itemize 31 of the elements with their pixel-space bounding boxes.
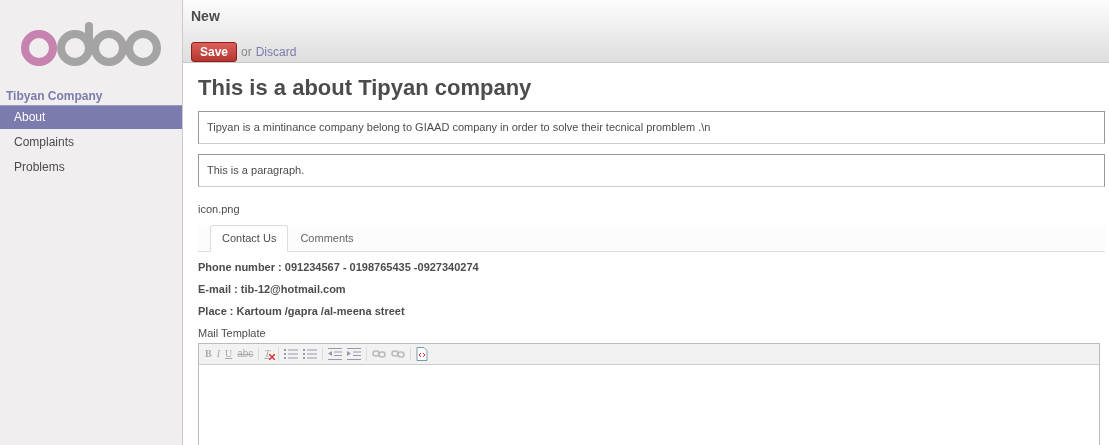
format-tool[interactable]: B bbox=[205, 348, 212, 360]
file-name: icon.png bbox=[198, 202, 241, 216]
bullet-list-icon[interactable] bbox=[283, 348, 298, 360]
contact-line: Phone number : 091234567 - 0198765435 -0927340274 bbox=[198, 260, 480, 274]
tab[interactable]: Comments bbox=[288, 225, 366, 252]
numbered-list-icon[interactable] bbox=[302, 348, 317, 360]
format-tool[interactable]: I bbox=[216, 348, 220, 360]
sidebar-item[interactable]: About bbox=[0, 105, 182, 129]
or-text: or bbox=[241, 45, 252, 59]
format-tool[interactable]: U bbox=[225, 348, 233, 360]
contact-line: E-mail : tib-12@hotmail.com bbox=[198, 282, 347, 296]
discard-link[interactable]: Discard bbox=[255, 45, 297, 59]
outdent-icon[interactable] bbox=[327, 348, 342, 360]
clear-format-tool[interactable]: T bbox=[264, 348, 273, 360]
text-field[interactable]: Tipyan is a mintinance company belong to GIAAD company in order to solve their tecnical promblem .\n bbox=[198, 111, 1105, 144]
form-title: This is a about Tipyan company bbox=[198, 75, 533, 101]
link-icon[interactable] bbox=[371, 349, 386, 359]
save-button[interactable]: Save bbox=[191, 42, 238, 62]
unlink-icon[interactable] bbox=[390, 349, 405, 359]
format-tool[interactable]: abc bbox=[237, 348, 254, 360]
sidebar-section-title: Tibyan Company bbox=[5, 89, 104, 103]
source-code-icon[interactable] bbox=[415, 347, 428, 361]
rich-text-editor[interactable]: B I U abc T bbox=[198, 343, 1100, 445]
indent-icon[interactable] bbox=[346, 348, 361, 360]
page-title: New bbox=[191, 7, 221, 25]
sidebar-item[interactable]: Problems bbox=[0, 156, 182, 179]
contact-line: Place : Kartoum /gapra /al-meena street bbox=[198, 304, 406, 318]
sidebar-item[interactable]: Complaints bbox=[0, 131, 182, 154]
field-label: Mail Template bbox=[198, 326, 267, 340]
text-field[interactable]: This is a paragraph. bbox=[198, 154, 1105, 187]
tab[interactable]: Contact Us bbox=[210, 225, 289, 252]
